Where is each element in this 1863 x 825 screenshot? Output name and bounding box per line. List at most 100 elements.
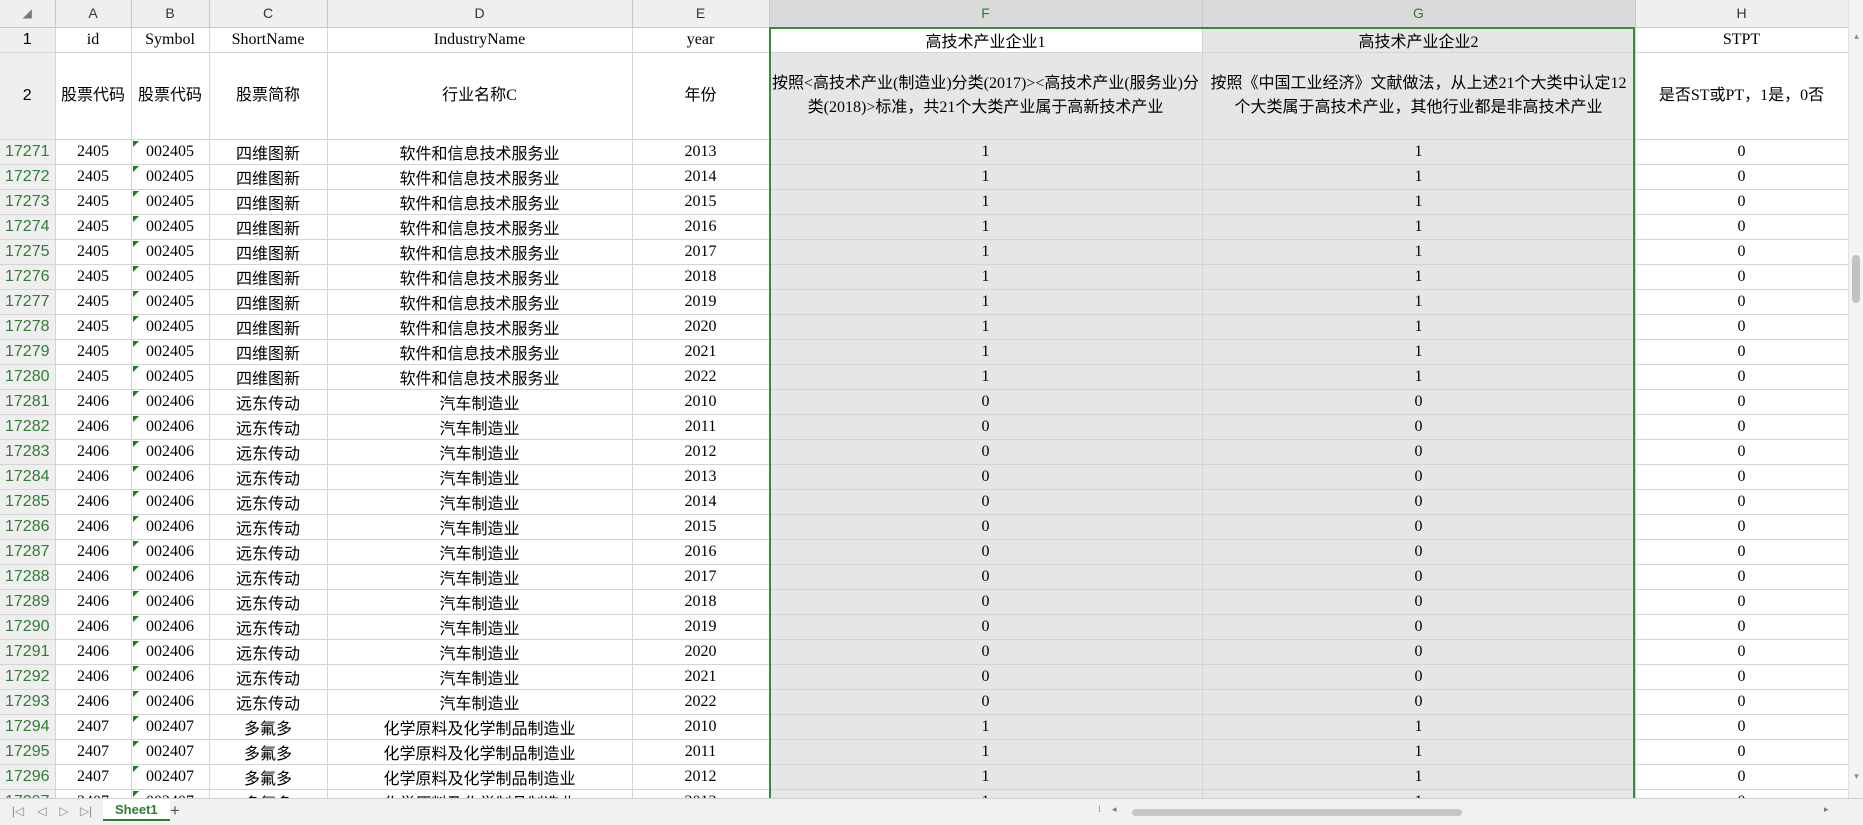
stpt-cell[interactable]: 0: [1635, 489, 1849, 515]
year-cell[interactable]: 2017: [632, 239, 770, 265]
id-cell[interactable]: 2407: [55, 764, 132, 790]
symbol-cell[interactable]: 002405: [131, 139, 210, 165]
cell[interactable]: IndustryName: [327, 27, 633, 53]
row-header[interactable]: 17295: [0, 739, 56, 765]
scroll-up-icon[interactable]: ▴: [1849, 30, 1863, 44]
row-header[interactable]: 17274: [0, 214, 56, 240]
last-sheet-icon[interactable]: ▷|: [78, 804, 94, 818]
high-tech-2-cell[interactable]: 0: [1202, 664, 1636, 690]
symbol-cell[interactable]: 002406: [131, 539, 210, 565]
symbol-cell[interactable]: 002405: [131, 339, 210, 365]
high-tech-1-cell[interactable]: 0: [769, 589, 1203, 615]
high-tech-2-cell[interactable]: 1: [1202, 364, 1636, 390]
id-cell[interactable]: 2405: [55, 314, 132, 340]
row-header[interactable]: 17288: [0, 564, 56, 590]
stpt-cell[interactable]: 0: [1635, 539, 1849, 565]
row-header[interactable]: 17278: [0, 314, 56, 340]
row-header[interactable]: 17271: [0, 139, 56, 165]
year-cell[interactable]: 2019: [632, 289, 770, 315]
industry-name-cell[interactable]: 汽车制造业: [327, 689, 633, 715]
high-tech-2-cell[interactable]: 0: [1202, 589, 1636, 615]
row-header[interactable]: 17284: [0, 464, 56, 490]
year-cell[interactable]: 2012: [632, 764, 770, 790]
row-header[interactable]: 17286: [0, 514, 56, 540]
industry-name-cell[interactable]: 汽车制造业: [327, 564, 633, 590]
vertical-scrollbar[interactable]: ▴ ▾: [1848, 0, 1863, 798]
stpt-cell[interactable]: 0: [1635, 139, 1849, 165]
high-tech-1-cell[interactable]: 0: [769, 689, 1203, 715]
symbol-cell[interactable]: 002406: [131, 689, 210, 715]
symbol-cell[interactable]: 002405: [131, 264, 210, 290]
industry-name-cell[interactable]: 汽车制造业: [327, 489, 633, 515]
high-tech-1-cell[interactable]: 0: [769, 439, 1203, 465]
year-cell[interactable]: 2022: [632, 689, 770, 715]
industry-name-cell[interactable]: 软件和信息技术服务业: [327, 164, 633, 190]
industry-name-cell[interactable]: 软件和信息技术服务业: [327, 339, 633, 365]
row-header[interactable]: 17281: [0, 389, 56, 415]
stpt-cell[interactable]: 0: [1635, 264, 1849, 290]
industry-name-cell[interactable]: 汽车制造业: [327, 464, 633, 490]
high-tech-2-cell[interactable]: 1: [1202, 764, 1636, 790]
high-tech-2-cell[interactable]: 1: [1202, 314, 1636, 340]
year-cell[interactable]: 2012: [632, 439, 770, 465]
high-tech-1-cell[interactable]: 0: [769, 564, 1203, 590]
id-cell[interactable]: 2405: [55, 189, 132, 215]
high-tech-2-cell[interactable]: 0: [1202, 489, 1636, 515]
row-header[interactable]: 17289: [0, 589, 56, 615]
high-tech-1-cell[interactable]: 1: [769, 289, 1203, 315]
industry-name-cell[interactable]: 软件和信息技术服务业: [327, 364, 633, 390]
scroll-left-icon[interactable]: ◂: [1112, 805, 1117, 815]
stpt-cell[interactable]: 0: [1635, 214, 1849, 240]
id-cell[interactable]: 2406: [55, 489, 132, 515]
column-header-f[interactable]: F: [769, 0, 1203, 28]
stpt-cell[interactable]: 0: [1635, 414, 1849, 440]
id-cell[interactable]: 2406: [55, 539, 132, 565]
short-name-cell[interactable]: 远东传动: [209, 464, 328, 490]
stpt-cell[interactable]: 0: [1635, 714, 1849, 740]
cell[interactable]: 股票代码: [131, 52, 210, 140]
year-cell[interactable]: 2010: [632, 714, 770, 740]
symbol-cell[interactable]: 002406: [131, 489, 210, 515]
symbol-cell[interactable]: 002406: [131, 514, 210, 540]
scroll-right-icon[interactable]: ▸: [1824, 805, 1829, 815]
id-cell[interactable]: 2405: [55, 339, 132, 365]
high-tech-1-cell[interactable]: 1: [769, 714, 1203, 740]
year-cell[interactable]: 2011: [632, 414, 770, 440]
high-tech-2-cell[interactable]: 0: [1202, 639, 1636, 665]
industry-name-cell[interactable]: 汽车制造业: [327, 589, 633, 615]
year-cell[interactable]: 2011: [632, 739, 770, 765]
high-tech-2-cell[interactable]: 1: [1202, 214, 1636, 240]
stpt-cell[interactable]: 0: [1635, 439, 1849, 465]
cell[interactable]: 按照<高技术产业(制造业)分类(2017)><高技术产业(服务业)分类(2018…: [769, 52, 1203, 140]
high-tech-1-cell[interactable]: 0: [769, 639, 1203, 665]
short-name-cell[interactable]: 四维图新: [209, 364, 328, 390]
symbol-cell[interactable]: 002405: [131, 289, 210, 315]
stpt-cell[interactable]: 0: [1635, 639, 1849, 665]
symbol-cell[interactable]: 002405: [131, 314, 210, 340]
year-cell[interactable]: 2010: [632, 389, 770, 415]
high-tech-1-cell[interactable]: 0: [769, 539, 1203, 565]
row-header[interactable]: 1: [0, 27, 56, 53]
industry-name-cell[interactable]: 汽车制造业: [327, 439, 633, 465]
id-cell[interactable]: 2406: [55, 439, 132, 465]
stpt-cell[interactable]: 0: [1635, 589, 1849, 615]
row-header[interactable]: 17293: [0, 689, 56, 715]
symbol-cell[interactable]: 002406: [131, 414, 210, 440]
high-tech-2-cell[interactable]: 0: [1202, 689, 1636, 715]
stpt-cell[interactable]: 0: [1635, 664, 1849, 690]
cell[interactable]: 股票简称: [209, 52, 328, 140]
row-header[interactable]: 17282: [0, 414, 56, 440]
high-tech-2-cell[interactable]: 1: [1202, 189, 1636, 215]
high-tech-1-cell[interactable]: 1: [769, 139, 1203, 165]
high-tech-1-cell[interactable]: 1: [769, 239, 1203, 265]
short-name-cell[interactable]: 远东传动: [209, 439, 328, 465]
symbol-cell[interactable]: 002407: [131, 764, 210, 790]
high-tech-1-cell[interactable]: 1: [769, 364, 1203, 390]
high-tech-1-cell[interactable]: 1: [769, 264, 1203, 290]
short-name-cell[interactable]: 远东传动: [209, 564, 328, 590]
year-cell[interactable]: 2018: [632, 589, 770, 615]
high-tech-2-cell[interactable]: 0: [1202, 389, 1636, 415]
column-header-d[interactable]: D: [327, 0, 633, 28]
industry-name-cell[interactable]: 汽车制造业: [327, 614, 633, 640]
stpt-cell[interactable]: 0: [1635, 614, 1849, 640]
